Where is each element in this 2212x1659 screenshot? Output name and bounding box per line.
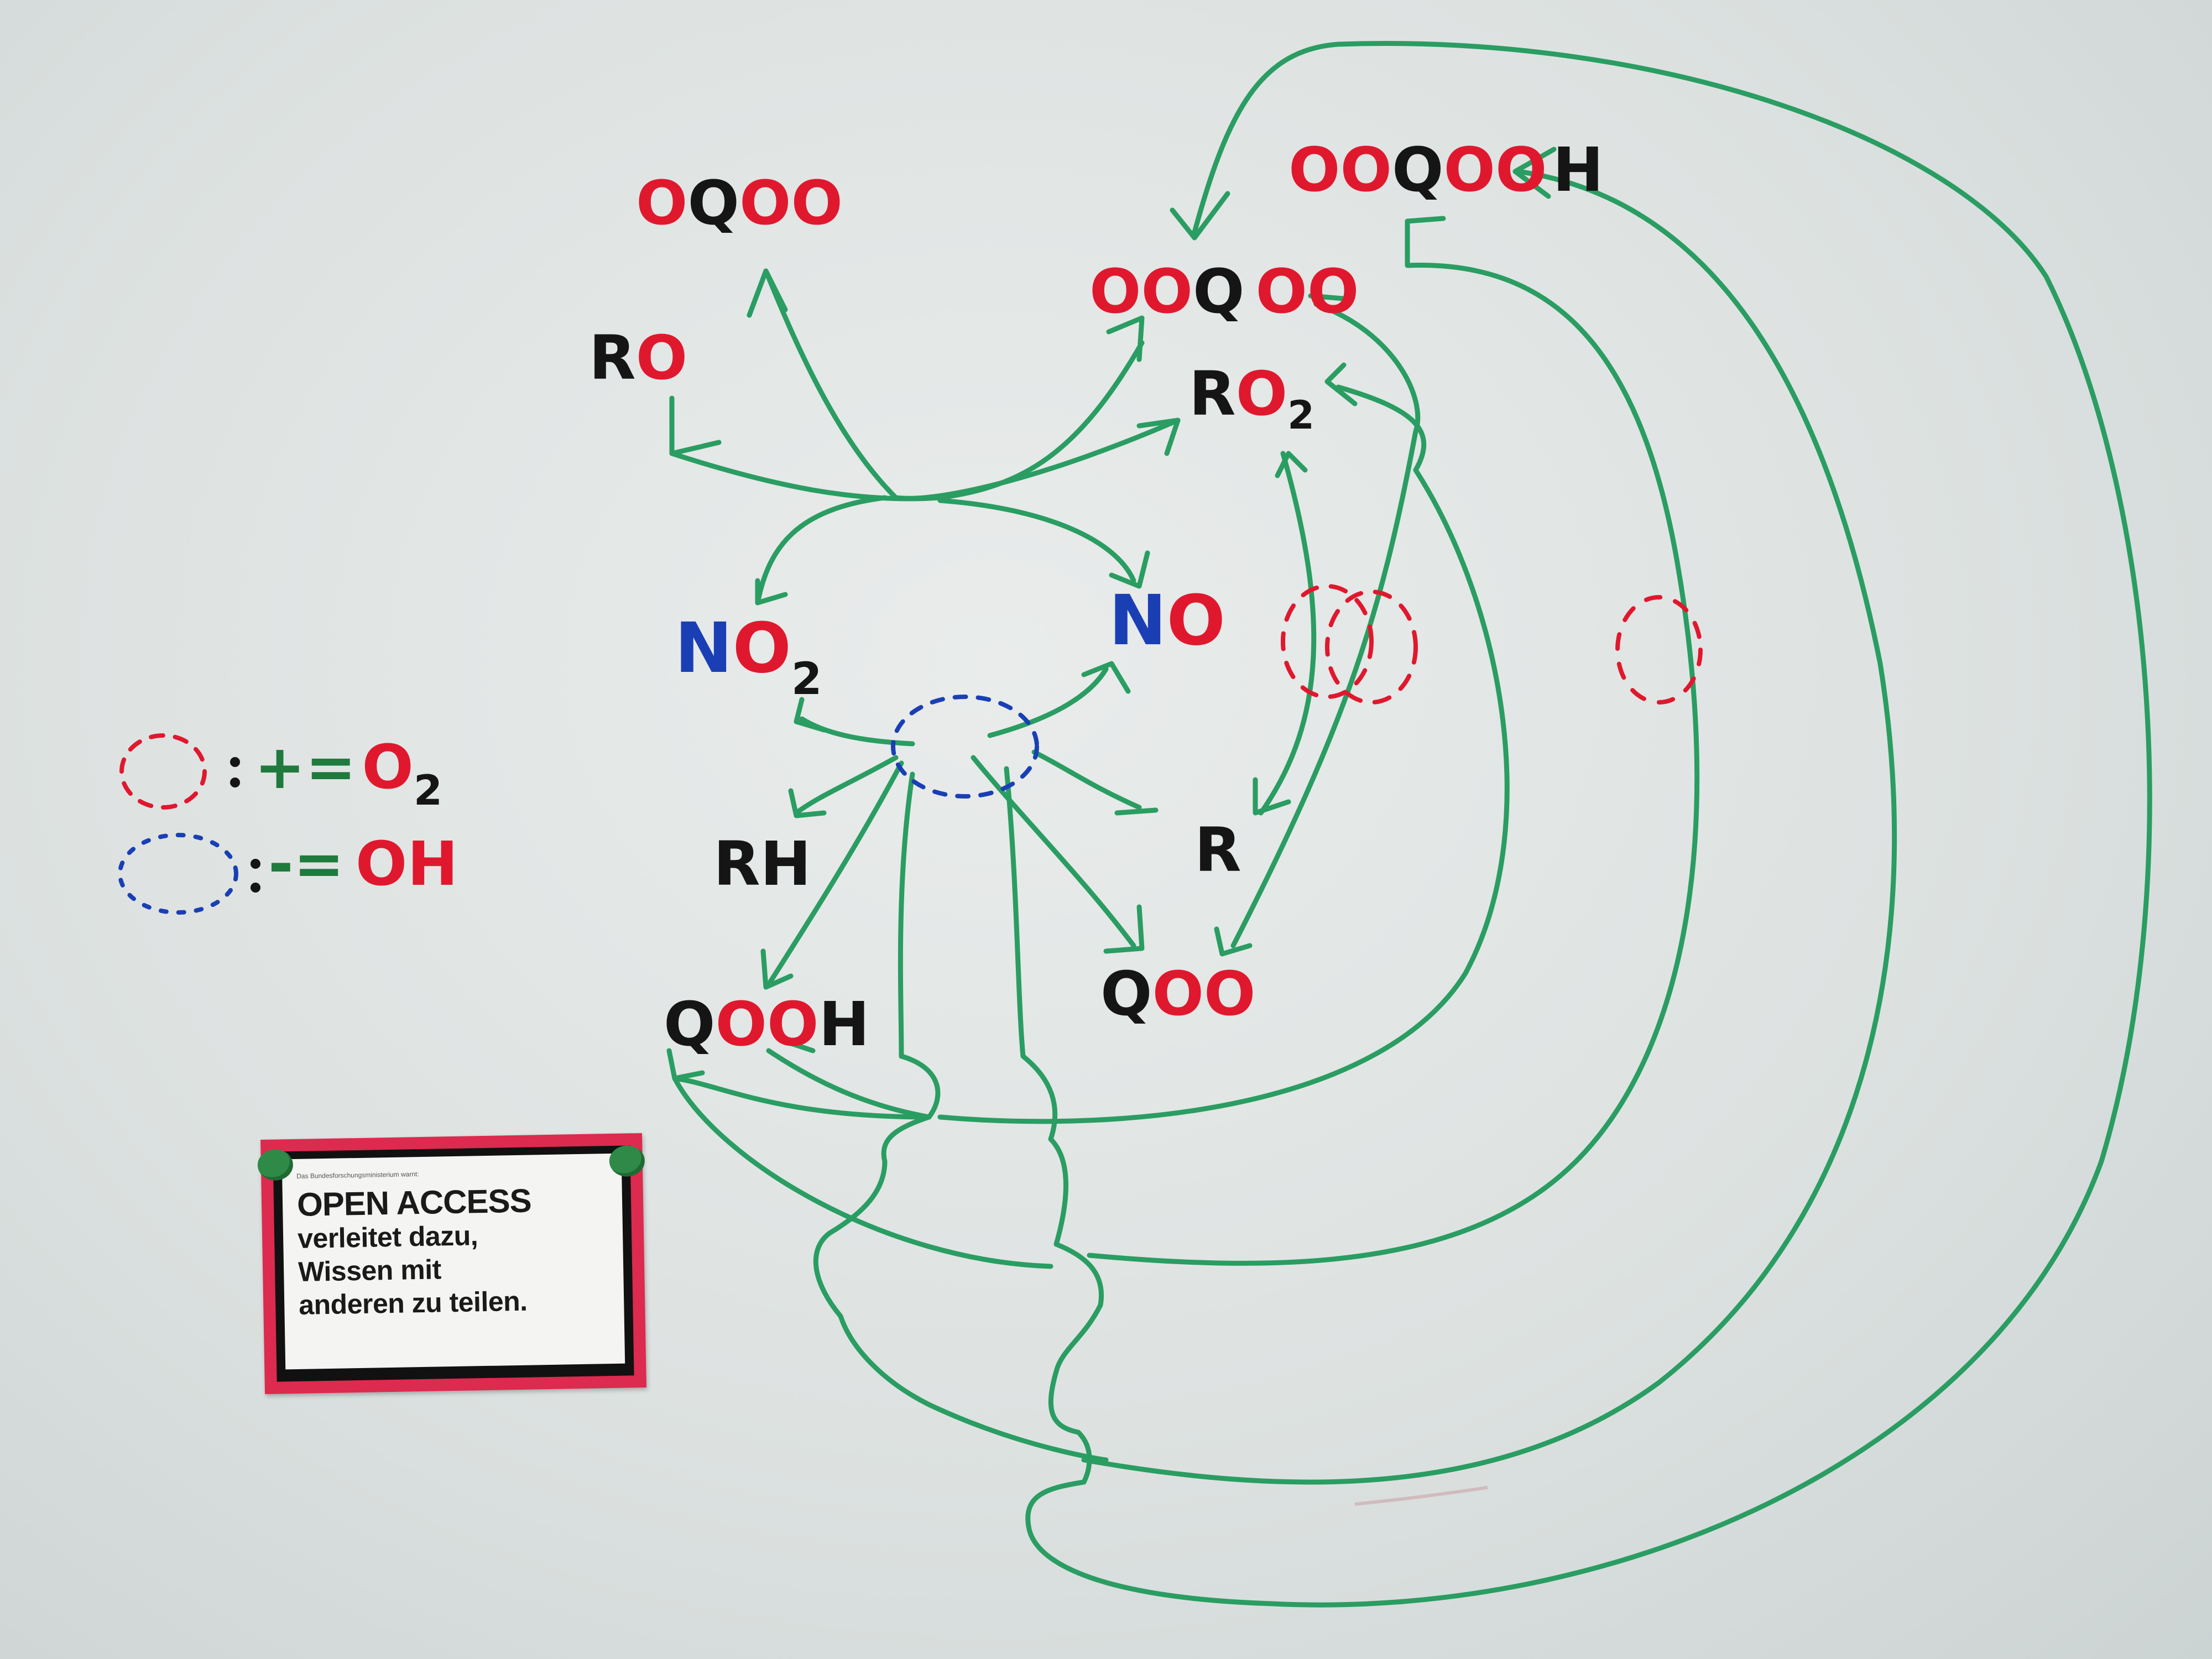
label-ro: RO — [589, 322, 687, 393]
legend: +=O2 -= OH — [230, 732, 458, 899]
legend-colon-dot — [251, 883, 260, 893]
legend-colon-dot — [230, 778, 240, 787]
arrow-to-ooqoo — [669, 340, 1145, 502]
arrow-ro2-to-r — [1258, 451, 1317, 816]
sign-card: Das Bundesforschungsministerium warnt: O… — [281, 1153, 625, 1370]
arc-hook — [1087, 218, 1700, 1266]
arrow-to-no2 — [755, 495, 888, 606]
label-no2: NO2 — [675, 608, 822, 705]
legend-o2-entry: +=O2 — [254, 732, 442, 815]
label-no: NO — [1109, 581, 1225, 661]
stem-right — [1004, 766, 1104, 1485]
hook-cap — [1405, 216, 1446, 224]
reaction-arrows — [666, 41, 2152, 1608]
legend-oh-entry: -= OH — [268, 828, 458, 899]
label-qoo: QOO — [1100, 958, 1256, 1029]
whiteboard: OQOO RO OOQ OO OOQOOH RO2 NO2 NO RH R QOO… — [118, 41, 2152, 1608]
legend-oh-circle — [118, 833, 238, 915]
loop-qooh — [672, 1076, 1053, 1269]
species-labels: OQOO RO OOQ OO OOQOOH RO2 NO2 NO RH R QOO… — [589, 134, 1604, 1060]
legend-colon-dot — [230, 757, 240, 767]
head-r — [1114, 807, 1159, 816]
head-ro2-right — [1324, 362, 1358, 406]
arrow-to-no — [937, 498, 1136, 583]
label-ooqoo: OOQ OO — [1089, 256, 1359, 327]
sign-small-text: Das Bundesforschungsministerium warnt: — [296, 1170, 419, 1180]
sign-line-2: Wissen mit — [298, 1254, 442, 1287]
label-ro2: RO2 — [1189, 358, 1314, 438]
label-oqoo: OQOO — [636, 168, 843, 238]
sign-line-3: anderen zu teilen. — [298, 1285, 528, 1321]
open-access-sign: Das Bundesforschungsministerium warnt: O… — [257, 1133, 646, 1394]
oh-circle-center — [891, 695, 1039, 799]
sign-frame: Das Bundesforschungsministerium warnt: O… — [273, 1145, 634, 1382]
label-ooqooh: OOQOOH — [1288, 134, 1604, 205]
magnet-right — [609, 1145, 645, 1177]
label-qooh: QOOH — [664, 989, 870, 1060]
legend-colon-dot — [251, 859, 260, 869]
smudge — [1354, 1486, 1488, 1506]
arrow-oh-to-no — [987, 666, 1109, 738]
sign-line-1: verleitet dazu, — [297, 1220, 478, 1254]
head-ro — [669, 395, 722, 456]
arrow-oh-to-qoo — [971, 755, 1136, 948]
sign-title: OPEN ACCESS — [296, 1182, 532, 1223]
label-rh: RH — [713, 828, 811, 899]
legend-o2-circle — [119, 733, 207, 810]
label-r: R — [1194, 815, 1241, 885]
arrow-oh-to-r — [1031, 749, 1142, 810]
